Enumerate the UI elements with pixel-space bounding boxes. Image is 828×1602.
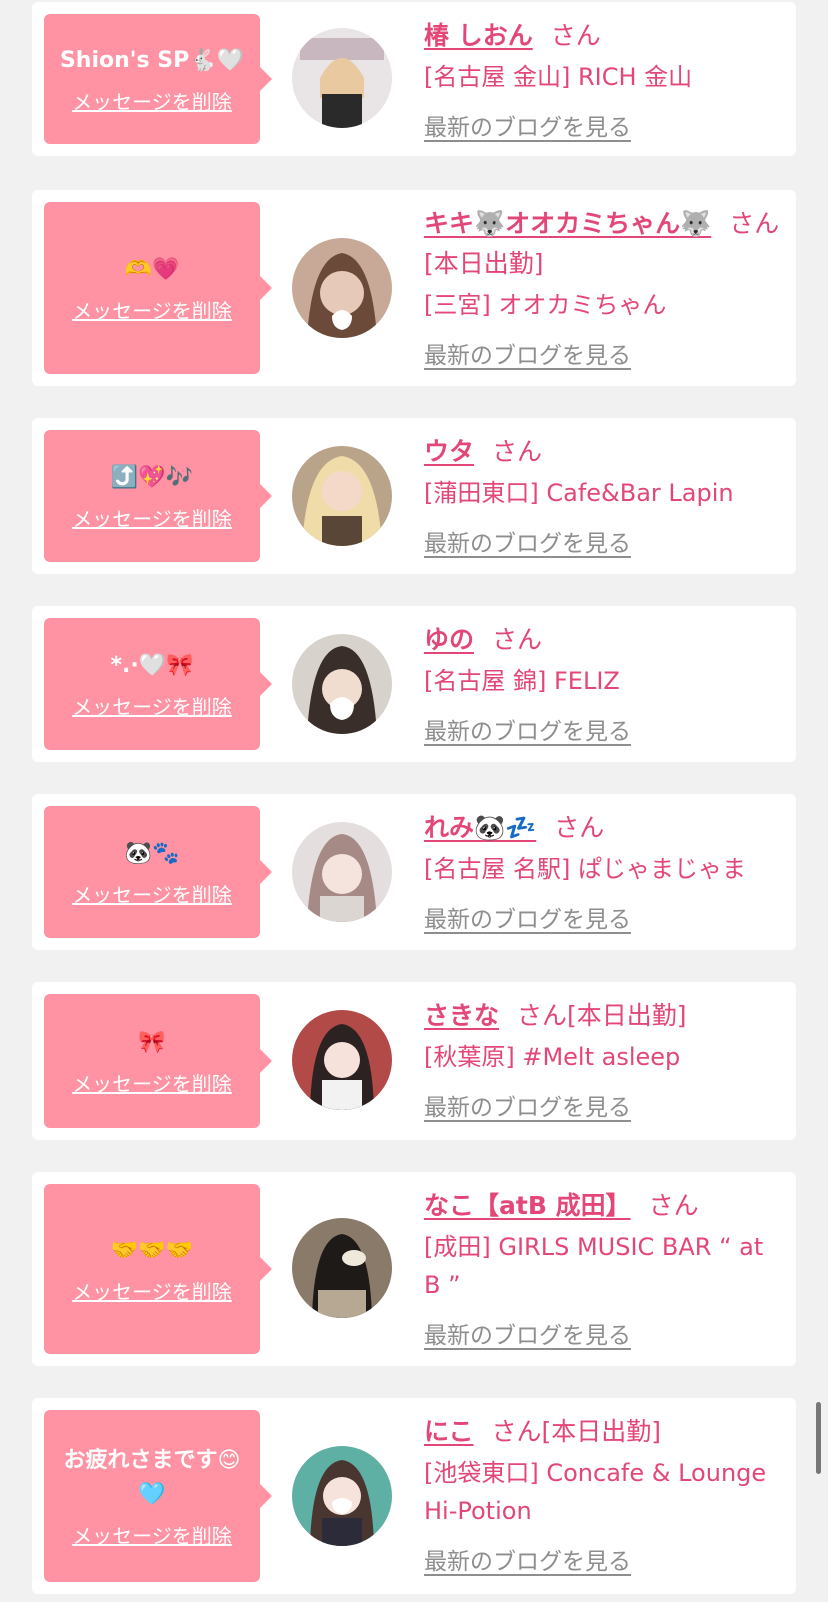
list-item: 🐼🐾 メッセージを削除 れみ🐼💤 さん [名古屋 名駅] ぱじゃまじゃま 最新のブ…	[32, 794, 796, 950]
honorific: さん	[492, 625, 543, 654]
list-item: Shion's SP🐇🤍 メッセージを削除 椿 しおん さん [名古屋 金山] R…	[32, 2, 796, 156]
delete-message-button[interactable]: メッセージを削除	[72, 503, 232, 532]
cast-name-link[interactable]: さきな	[424, 1001, 499, 1030]
favorites-list: Shion's SP🐇🤍 メッセージを削除 椿 しおん さん [名古屋 金山] R…	[0, 0, 828, 1602]
avatar[interactable]	[292, 1446, 392, 1546]
shop-name: [名古屋 金山] RICH 金山	[424, 63, 693, 91]
shop-name: [名古屋 名駅] ぱじゃまじゃま	[424, 855, 746, 883]
message-text: *.·🤍🎀	[110, 652, 194, 678]
cast-name-link[interactable]: ゆの	[424, 625, 474, 654]
avatar[interactable]	[292, 822, 392, 922]
cast-name-link[interactable]: にこ	[424, 1417, 474, 1446]
delete-message-button[interactable]: メッセージを削除	[72, 691, 232, 720]
message-text: ⤴️💖🎶	[110, 464, 194, 490]
cast-name-link[interactable]: キキ🐺オオカミちゃん🐺	[424, 209, 711, 238]
shop-name: [池袋東口] Concafe & Lounge Hi-Potion	[424, 1459, 767, 1525]
list-item: 🫶💗 メッセージを削除 キキ🐺オオカミちゃん🐺 さん [本日出勤] [三宮] オオカ…	[32, 190, 796, 386]
message-text: 🫶💗	[124, 256, 180, 282]
scrollbar[interactable]	[816, 1402, 821, 1474]
honorific: さん	[550, 21, 601, 50]
delete-message-button[interactable]: メッセージを削除	[72, 295, 232, 324]
delete-message-button[interactable]: メッセージを削除	[72, 879, 232, 908]
cast-name-link[interactable]: ウタ	[424, 437, 474, 466]
latest-blog-link[interactable]: 最新のブログを見る	[424, 1542, 631, 1576]
delete-message-button[interactable]: メッセージを削除	[72, 1520, 232, 1549]
status-badge: [本日出勤]	[567, 1001, 687, 1030]
message-bubble: Shion's SP🐇🤍 メッセージを削除	[44, 14, 272, 144]
avatar[interactable]	[292, 238, 392, 338]
message-bubble: 🎀 メッセージを削除	[44, 994, 272, 1128]
honorific: さん	[492, 437, 543, 466]
shop-name: [名古屋 錦] FELIZ	[424, 667, 620, 695]
delete-message-button[interactable]: メッセージを削除	[72, 1276, 232, 1305]
status-badge: [本日出勤]	[541, 1417, 662, 1446]
message-text: Shion's SP🐇🤍	[59, 47, 245, 73]
message-text: 🐼🐾	[124, 840, 180, 866]
latest-blog-link[interactable]: 最新のブログを見る	[424, 712, 631, 746]
honorific: さん	[554, 813, 605, 842]
latest-blog-link[interactable]: 最新のブログを見る	[424, 1316, 631, 1350]
message-bubble: *.·🤍🎀 メッセージを削除	[44, 618, 272, 750]
shop-name: [成田] GIRLS MUSIC BAR “ at B ”	[424, 1233, 764, 1299]
honorific: さん	[729, 209, 780, 238]
cast-name-link[interactable]: れみ🐼💤	[424, 813, 536, 842]
message-text: 🤝🤝🤝	[110, 1237, 194, 1263]
message-bubble: 🤝🤝🤝 メッセージを削除	[44, 1184, 272, 1354]
delete-message-button[interactable]: メッセージを削除	[72, 86, 232, 115]
message-text: 🎀	[138, 1029, 166, 1055]
avatar[interactable]	[292, 28, 392, 128]
latest-blog-link[interactable]: 最新のブログを見る	[424, 108, 631, 142]
latest-blog-link[interactable]: 最新のブログを見る	[424, 1088, 631, 1122]
avatar[interactable]	[292, 1218, 392, 1318]
message-bubble: お疲れさまです😊🩵 メッセージを削除	[44, 1410, 272, 1582]
honorific: さん	[517, 1001, 568, 1030]
message-text: お疲れさまです😊🩵	[63, 1447, 241, 1507]
message-bubble: ⤴️💖🎶 メッセージを削除	[44, 430, 272, 562]
status-badge: [本日出勤]	[424, 249, 544, 278]
list-item: お疲れさまです😊🩵 メッセージを削除 にこ さん[本日出勤] [池袋東口] Con…	[32, 1398, 796, 1594]
shop-name: [蒲田東口] Cafe&Bar Lapin	[424, 479, 734, 507]
cast-name-link[interactable]: 椿 しおん	[424, 21, 533, 50]
list-item: ⤴️💖🎶 メッセージを削除 ウタ さん [蒲田東口] Cafe&Bar Lapin…	[32, 418, 796, 574]
honorific: さん	[491, 1417, 542, 1446]
list-item: 🎀 メッセージを削除 さきな さん[本日出勤] [秋葉原] #Melt aslee…	[32, 982, 796, 1140]
message-bubble: 🐼🐾 メッセージを削除	[44, 806, 272, 938]
cast-name-link[interactable]: なこ【atB 成田】	[424, 1191, 631, 1220]
avatar[interactable]	[292, 1010, 392, 1110]
shop-name: [秋葉原] #Melt asleep	[424, 1043, 681, 1071]
avatar[interactable]	[292, 634, 392, 734]
delete-message-button[interactable]: メッセージを削除	[72, 1068, 232, 1097]
honorific: さん	[648, 1191, 699, 1220]
shop-name: [三宮] オオカミちゃん	[424, 291, 667, 319]
latest-blog-link[interactable]: 最新のブログを見る	[424, 524, 631, 558]
list-item: 🤝🤝🤝 メッセージを削除 なこ【atB 成田】 さん [成田] GIRLS MUS…	[32, 1172, 796, 1366]
message-bubble: 🫶💗 メッセージを削除	[44, 202, 272, 374]
avatar[interactable]	[292, 446, 392, 546]
latest-blog-link[interactable]: 最新のブログを見る	[424, 900, 631, 934]
latest-blog-link[interactable]: 最新のブログを見る	[424, 336, 631, 370]
list-item: *.·🤍🎀 メッセージを削除 ゆの さん [名古屋 錦] FELIZ 最新のブログ…	[32, 606, 796, 762]
